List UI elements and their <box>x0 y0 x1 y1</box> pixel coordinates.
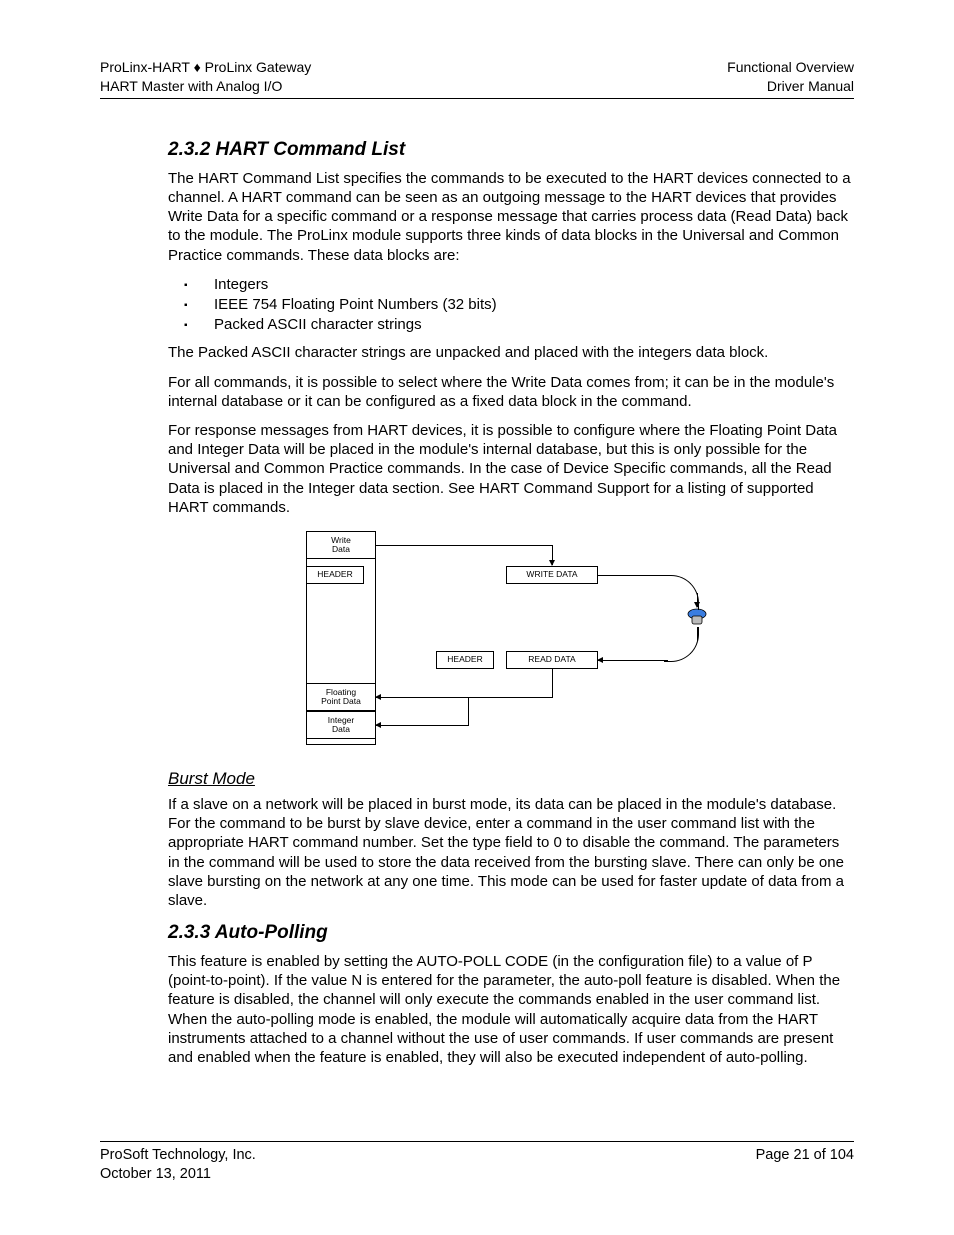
diagram-line <box>598 575 668 576</box>
page-content: 2.3.2 HART Command List The HART Command… <box>100 99 854 1067</box>
header-right-line1: Functional Overview <box>727 58 854 77</box>
diagram-line <box>468 697 469 725</box>
section-233-title: 2.3.3 Auto-Polling <box>168 922 854 944</box>
footer-page: Page 21 of 104 <box>756 1146 854 1166</box>
hart-command-diagram: Write Data Floating Point Data Integer D… <box>306 531 716 751</box>
header-left-line1: ProLinx-HART ♦ ProLinx Gateway <box>100 58 311 77</box>
section-232-p2: The Packed ASCII character strings are u… <box>168 343 854 362</box>
diagram-line <box>376 545 552 546</box>
footer-company: ProSoft Technology, Inc. <box>100 1146 256 1166</box>
diagram-curve <box>664 627 699 662</box>
burst-mode-p: If a slave on a network will be placed i… <box>168 795 854 910</box>
bullet-item: Integers <box>196 275 854 295</box>
section-232-bullets: Integers IEEE 754 Floating Point Numbers… <box>168 275 854 336</box>
section-232-title: 2.3.2 HART Command List <box>168 139 854 161</box>
diagram-floating-point-cell: Floating Point Data <box>306 683 376 711</box>
bullet-item: IEEE 754 Floating Point Numbers (32 bits… <box>196 295 854 315</box>
header-right-line2: Driver Manual <box>727 77 854 96</box>
section-233-p: This feature is enabled by setting the A… <box>168 952 854 1067</box>
page-footer: ProSoft Technology, Inc. October 13, 201… <box>100 1141 854 1185</box>
diagram-label: Integer Data <box>328 716 354 735</box>
diagram-container: Write Data Floating Point Data Integer D… <box>168 531 854 751</box>
diagram-label: HEADER <box>317 570 352 579</box>
section-232-p3: For all commands, it is possible to sele… <box>168 373 854 411</box>
diagram-arrow <box>376 697 553 698</box>
footer-date: October 13, 2011 <box>100 1165 256 1185</box>
diagram-arrow <box>598 660 668 661</box>
diagram-read-data-box: READ DATA <box>506 651 598 669</box>
diagram-label: WRITE DATA <box>526 570 577 579</box>
diagram-header-box: HEADER <box>306 566 364 584</box>
section-232-p1: The HART Command List specifies the comm… <box>168 169 854 265</box>
diagram-header-box: HEADER <box>436 651 494 669</box>
diagram-arrow <box>697 593 698 607</box>
diagram-label: Floating Point Data <box>321 688 361 707</box>
diagram-label: READ DATA <box>528 655 575 664</box>
section-232-p4: For response messages from HART devices,… <box>168 421 854 517</box>
diagram-line <box>552 669 553 697</box>
page-header: ProLinx-HART ♦ ProLinx Gateway HART Mast… <box>100 58 854 99</box>
burst-mode-heading: Burst Mode <box>168 769 854 789</box>
diagram-arrow <box>376 725 469 726</box>
header-left-line2: HART Master with Analog I/O <box>100 77 311 96</box>
diagram-write-data-cell: Write Data <box>306 531 376 559</box>
diagram-write-data-box: WRITE DATA <box>506 566 598 584</box>
diagram-label: Write Data <box>331 536 351 555</box>
diagram-label: HEADER <box>447 655 482 664</box>
diagram-arrow <box>552 545 553 565</box>
bullet-item: Packed ASCII character strings <box>196 315 854 335</box>
diagram-integer-data-cell: Integer Data <box>306 711 376 739</box>
